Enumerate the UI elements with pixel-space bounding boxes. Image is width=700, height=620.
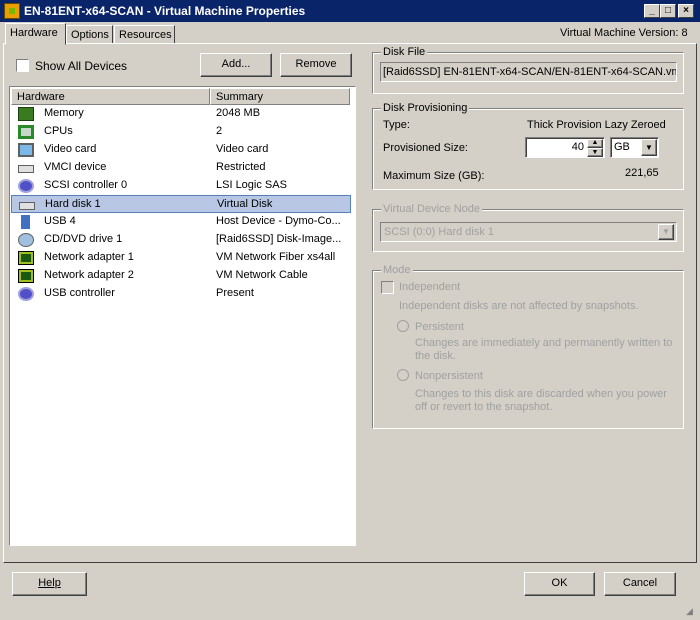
hardware-name: USB 4 xyxy=(44,215,76,227)
nonpersistent-label: Nonpersistent xyxy=(415,370,483,382)
remove-button[interactable]: Remove xyxy=(280,53,352,77)
mode-group: Mode Independent Independent disks are n… xyxy=(372,264,684,429)
hardware-summary: VM Network Fiber xs4all xyxy=(216,251,336,263)
type-label: Type: xyxy=(383,119,410,131)
hardware-summary: 2048 MB xyxy=(216,107,261,119)
help-label: Help xyxy=(38,577,61,589)
list-item[interactable]: Network adapter 2 VM Network Cable xyxy=(11,267,351,285)
hardware-summary: Restricted xyxy=(216,161,266,173)
controller-icon xyxy=(18,179,34,193)
close-button[interactable]: × xyxy=(678,4,694,18)
hardware-summary: LSI Logic SAS xyxy=(216,179,287,191)
device-icon xyxy=(18,165,34,173)
chevron-down-icon[interactable]: ▼ xyxy=(641,139,657,156)
unit-value: GB xyxy=(614,141,630,153)
size-spin-up-button[interactable]: ▲ xyxy=(587,139,603,148)
add-button[interactable]: Add... xyxy=(200,53,272,77)
list-item[interactable]: SCSI controller 0 LSI Logic SAS xyxy=(11,177,351,195)
virtual-device-node-select[interactable]: SCSI (0:0) Hard disk 1 xyxy=(380,222,677,242)
tab-options[interactable]: Options xyxy=(66,25,113,44)
list-item[interactable]: Video card Video card xyxy=(11,141,351,159)
resize-grip[interactable]: ◢ xyxy=(686,606,698,618)
vm-version: Virtual Machine Version: 8 xyxy=(560,27,688,39)
independent-checkbox[interactable] xyxy=(381,281,394,294)
monitor-icon xyxy=(18,143,34,157)
list-item[interactable]: USB 4 Host Device - Dymo-Co... xyxy=(11,213,351,231)
hardware-name: Network adapter 1 xyxy=(44,251,134,263)
independent-description: Independent disks are not affected by sn… xyxy=(399,300,639,312)
type-value: Thick Provision Lazy Zeroed xyxy=(527,119,666,131)
mode-legend: Mode xyxy=(381,264,413,276)
hardware-name: Network adapter 2 xyxy=(44,269,134,281)
hardware-name: USB controller xyxy=(44,287,115,299)
nonpersistent-description: Changes to this disk are discarded when … xyxy=(415,388,667,413)
list-item[interactable]: CD/DVD drive 1 [Raid6SSD] Disk-Image... xyxy=(11,231,351,249)
ok-button[interactable]: OK xyxy=(524,572,595,596)
hardware-name: SCSI controller 0 xyxy=(44,179,128,191)
persistent-label: Persistent xyxy=(415,321,464,333)
window-title: EN-81ENT-x64-SCAN - Virtual Machine Prop… xyxy=(24,4,306,18)
list-item[interactable]: Hard disk 1 Virtual Disk xyxy=(11,195,351,213)
hardware-name: Hard disk 1 xyxy=(45,198,101,210)
list-item[interactable]: VMCI device Restricted xyxy=(11,159,351,177)
persistent-radio[interactable] xyxy=(397,320,409,332)
nonpersistent-radio[interactable] xyxy=(397,369,409,381)
disk-file-field[interactable]: [Raid6SSD] EN-81ENT-x64-SCAN/EN-81ENT-x6… xyxy=(380,62,677,82)
hardware-name: Memory xyxy=(44,107,84,119)
disk-file-legend: Disk File xyxy=(381,46,428,58)
virtual-device-node-legend: Virtual Device Node xyxy=(381,203,483,215)
disk-provisioning-group: Disk Provisioning Type: Thick Provision … xyxy=(372,102,684,190)
network-adapter-icon xyxy=(18,251,34,265)
show-all-devices-checkbox[interactable] xyxy=(16,59,29,72)
help-button[interactable]: Help xyxy=(12,572,87,596)
minimize-button[interactable]: _ xyxy=(644,4,660,18)
usb-icon xyxy=(21,215,30,229)
hardware-name: CD/DVD drive 1 xyxy=(44,233,123,245)
chevron-down-icon[interactable]: ▼ xyxy=(658,224,674,240)
maximize-button[interactable]: □ xyxy=(660,4,676,18)
column-header-summary[interactable]: Summary xyxy=(210,88,350,105)
hardware-summary: Video card xyxy=(216,143,269,155)
cd-drive-icon xyxy=(18,233,34,247)
hardware-name: CPUs xyxy=(44,125,73,137)
hardware-summary: [Raid6SSD] Disk-Image... xyxy=(216,233,342,245)
disk-provisioning-legend: Disk Provisioning xyxy=(381,102,470,114)
cpu-icon xyxy=(18,125,34,139)
list-item[interactable]: Memory 2048 MB xyxy=(11,105,351,123)
list-item[interactable]: USB controller Present xyxy=(11,285,351,303)
hardware-name: VMCI device xyxy=(44,161,107,173)
title-bar[interactable]: EN-81ENT-x64-SCAN - Virtual Machine Prop… xyxy=(0,0,700,22)
max-size-value: 221,65 xyxy=(625,167,659,179)
memory-icon xyxy=(18,107,34,121)
disk-file-group: Disk File [Raid6SSD] EN-81ENT-x64-SCAN/E… xyxy=(372,46,684,94)
network-adapter-icon xyxy=(18,269,34,283)
hardware-list: Hardware Summary Memory 2048 MB CPUs 2 Video… xyxy=(9,86,356,546)
hardware-summary: Host Device - Dymo-Co... xyxy=(216,215,341,227)
list-item[interactable]: CPUs 2 xyxy=(11,123,351,141)
column-header-hardware[interactable]: Hardware xyxy=(11,88,210,105)
persistent-description: Changes are immediately and permanently … xyxy=(415,337,673,362)
virtual-device-node-group: Virtual Device Node SCSI (0:0) Hard disk… xyxy=(372,203,684,252)
hardware-summary: VM Network Cable xyxy=(216,269,308,281)
max-size-label: Maximum Size (GB): xyxy=(383,170,485,182)
provisioned-size-label: Provisioned Size: xyxy=(383,142,468,154)
hardware-summary: 2 xyxy=(216,125,223,137)
hard-disk-icon xyxy=(19,202,35,210)
hardware-summary: Virtual Disk xyxy=(217,198,273,210)
app-icon xyxy=(4,3,20,19)
hardware-name: Video card xyxy=(44,143,97,155)
hardware-summary: Present xyxy=(216,287,254,299)
list-item[interactable]: Network adapter 1 VM Network Fiber xs4all xyxy=(11,249,351,267)
usb-controller-icon xyxy=(18,287,34,301)
size-spin-down-button[interactable]: ▼ xyxy=(587,148,603,157)
independent-label: Independent xyxy=(399,281,461,293)
cancel-button[interactable]: Cancel xyxy=(604,572,676,596)
tab-resources[interactable]: Resources xyxy=(114,25,175,44)
tab-hardware[interactable]: Hardware xyxy=(5,23,66,45)
show-all-devices-label: Show All Devices xyxy=(35,59,128,73)
